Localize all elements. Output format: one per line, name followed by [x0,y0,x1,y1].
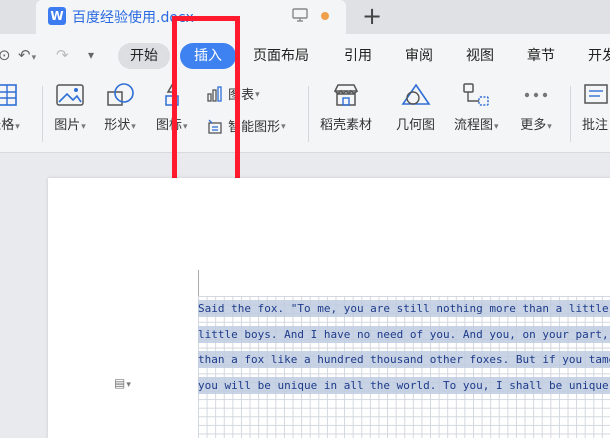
word-doc-icon: W [48,7,66,25]
text-line[interactable]: Said the fox. "To me, you are still noth… [198,296,610,322]
more-button[interactable]: 更多▾ [520,82,552,133]
tab-chapter[interactable]: 章节 [527,43,555,69]
undo-icon[interactable]: ↶▾ [18,46,36,64]
table-icon [0,84,17,106]
comment-button[interactable]: 批注 [580,82,610,133]
flowchart-button[interactable]: 流程图▾ [454,82,499,133]
table-label: 表格 [0,118,15,133]
monitor-icon[interactable] [292,7,308,23]
tab-review[interactable]: 审阅 [405,43,433,69]
picture-icon [56,84,84,106]
chart-button[interactable]: 图表▾ [206,84,260,103]
flowchart-icon [463,83,490,106]
smart-graphic-icon [208,119,222,134]
geometry-button[interactable]: 几何图 [396,82,435,133]
shape-label: 形状 [104,118,131,133]
icon-library-icon [165,83,179,106]
tab-page-layout[interactable]: 页面布局 [253,43,309,69]
icon-button[interactable]: 图标▾ [156,82,188,133]
redo-icon[interactable]: ↷ [56,46,69,64]
insert-ribbon: 表格▾ 图片▾ 形状▾ 图标▾ 图表▾ [0,78,610,153]
document-body[interactable]: Said the fox. "To me, you are still noth… [198,296,610,398]
comment-label: 批注 [581,118,608,133]
ribbon-divider [308,86,309,142]
ribbon-divider [42,86,43,142]
ribbon-divider [570,86,571,142]
text-line[interactable]: you will be unique in all the world. To … [198,373,610,399]
new-tab-button[interactable]: + [362,2,382,30]
daoke-materials-label: 稻壳素材 [320,118,373,133]
store-icon [333,84,359,106]
daoke-materials-button[interactable]: 稻壳素材 [320,82,372,133]
document-page[interactable]: Said the fox. "To me, you are still noth… [48,178,610,438]
document-title: 百度经验使用.docx [72,10,194,26]
table-button[interactable]: 表格▾ [0,82,20,133]
picture-label: 图片 [54,118,81,133]
smart-graphic-label: 智能图形 [228,120,281,135]
menu-bar: ⊙ ↶▾ ↷ ▾ 开始 插入 页面布局 引用 审阅 视图 章节 开发 [0,34,610,78]
margin-corner-mark [198,270,199,296]
shape-button[interactable]: 形状▾ [104,82,136,133]
comment-icon [584,84,608,104]
tab-view[interactable]: 视图 [466,43,494,69]
tab-references[interactable]: 引用 [344,43,372,69]
document-tab[interactable]: W 百度经验使用.docx [36,0,346,34]
geometry-label: 几何图 [396,118,436,133]
chart-icon [207,85,222,102]
chart-label: 图表 [228,88,255,103]
picture-button[interactable]: 图片▾ [54,82,86,133]
smart-graphic-button[interactable]: 智能图形▾ [206,116,286,135]
tab-insert[interactable]: 插入 [180,43,236,69]
more-dots-icon [524,92,548,98]
tab-developer[interactable]: 开发 [588,43,610,69]
tab-home[interactable]: 开始 [118,43,170,69]
title-bar: W 百度经验使用.docx + [0,0,610,34]
shape-icon [107,83,134,106]
unsaved-dot-icon [321,12,329,20]
more-label: 更多 [520,118,547,133]
customize-toolbar-icon[interactable]: ▾ [88,48,94,62]
text-line[interactable]: than a fox like a hundred thousand other… [198,347,610,373]
icon-label: 图标 [156,118,183,133]
flowchart-label: 流程图 [454,118,494,133]
geometry-icon [400,83,431,105]
text-line[interactable]: little boys. And I have no need of you. … [198,322,610,348]
quick-menu-icon[interactable]: ⊙ [0,46,11,64]
paragraph-layout-icon[interactable]: ▤▾ [114,376,131,390]
